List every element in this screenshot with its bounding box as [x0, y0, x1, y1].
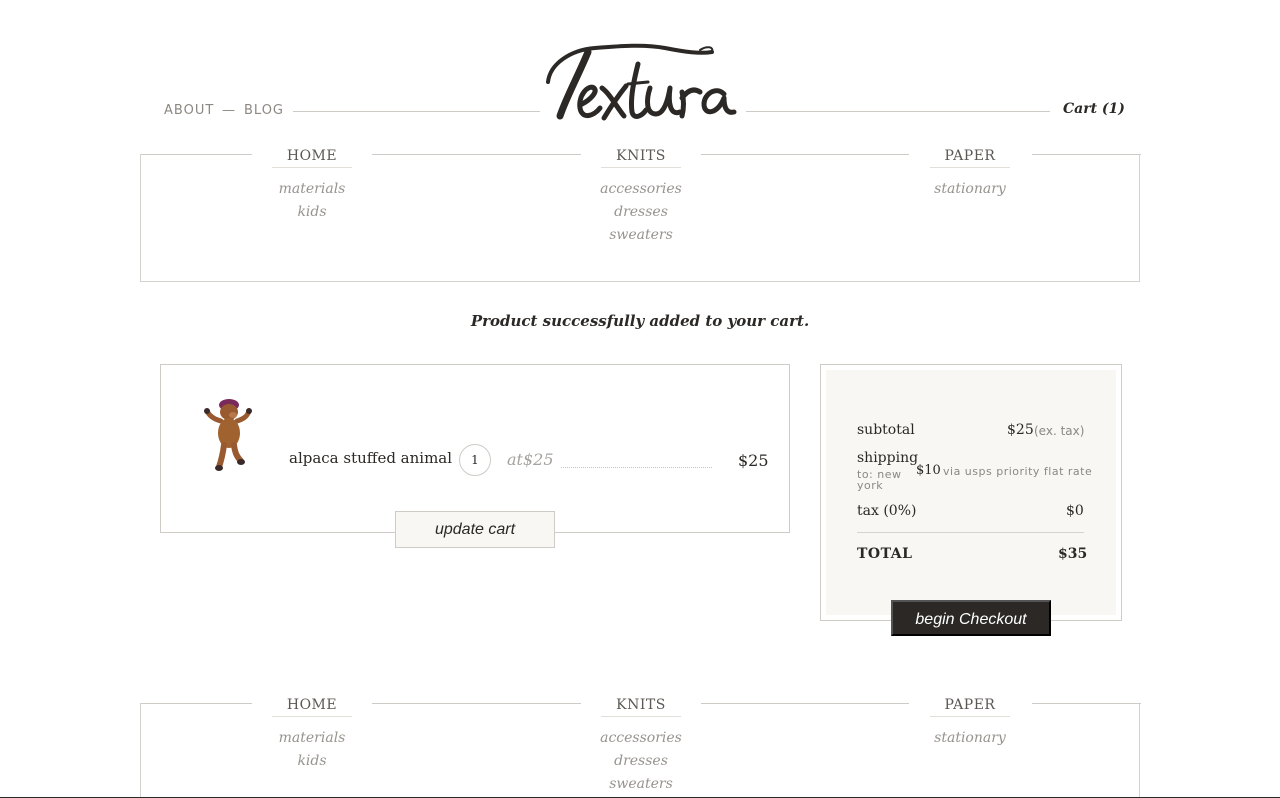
tax-label: tax (0%)	[857, 503, 917, 519]
footer-menu-home[interactable]: HOME	[232, 694, 392, 716]
cart-link[interactable]: Cart (1)	[1063, 101, 1125, 117]
total-value: $35	[1058, 546, 1088, 562]
footer-menu-column-knits: KNITS accessories dresses sweaters	[561, 694, 721, 796]
summary-rule	[857, 532, 1084, 533]
logo-wordmark-icon	[546, 43, 737, 121]
category-menu: HOME materials kids KNITS accessories dr…	[140, 148, 1141, 282]
menu-rule	[372, 703, 581, 704]
cart-items-panel: alpaca stuffed animal 1 at$25 $25	[160, 364, 790, 533]
menu-item-accessories[interactable]: accessories	[561, 178, 721, 201]
menu-rule	[701, 703, 909, 704]
menu-paper[interactable]: PAPER	[890, 145, 1050, 167]
shipping-label: shipping	[857, 450, 919, 466]
menu-column-paper: PAPER stationary	[890, 145, 1050, 201]
menu-underline	[601, 167, 681, 168]
footer-menu-column-paper: PAPER stationary	[890, 694, 1050, 750]
summary-inner	[826, 370, 1116, 615]
menu-underline	[930, 716, 1010, 717]
menu-underline	[272, 716, 352, 717]
unit-price: at$25	[507, 450, 554, 469]
menu-home[interactable]: HOME	[232, 145, 392, 167]
menu-item-materials[interactable]: materials	[232, 178, 392, 201]
menu-column-knits: KNITS accessories dresses sweaters	[561, 145, 721, 247]
menu-item-kids[interactable]: kids	[232, 201, 392, 224]
menu-item-stationary[interactable]: stationary	[890, 178, 1050, 201]
product-thumbnail[interactable]	[203, 395, 253, 475]
menu-underline	[601, 716, 681, 717]
menu-column-home: HOME materials kids	[232, 145, 392, 224]
subtotal-label: subtotal	[857, 422, 915, 438]
shipping-destination: to: new york	[857, 468, 902, 492]
footer-menu-column-home: HOME materials kids	[232, 694, 392, 773]
menu-rule	[701, 154, 909, 155]
footer-menu-item-dresses[interactable]: dresses	[561, 750, 721, 773]
update-cart-button[interactable]: update cart	[395, 511, 555, 548]
order-summary-panel	[820, 364, 1122, 621]
total-label: TOTAL	[857, 546, 913, 562]
success-message: Product successfully added to your cart.	[470, 312, 810, 330]
price-leader	[561, 467, 712, 468]
menu-underline	[930, 167, 1010, 168]
footer-menu-paper[interactable]: PAPER	[890, 694, 1050, 716]
footer-menu-item-stationary[interactable]: stationary	[890, 727, 1050, 750]
subtotal-note: (ex. tax)	[1034, 424, 1085, 438]
menu-item-sweaters[interactable]: sweaters	[561, 224, 721, 247]
footer-menu-knits[interactable]: KNITS	[561, 694, 721, 716]
about-link[interactable]: ABOUT	[164, 103, 214, 118]
footer-menu-item-materials[interactable]: materials	[232, 727, 392, 750]
menu-rule	[372, 154, 581, 155]
menu-knits[interactable]: KNITS	[561, 145, 721, 167]
menu-item-dresses[interactable]: dresses	[561, 201, 721, 224]
shipping-value: $10	[916, 463, 941, 478]
blog-link[interactable]: BLOG	[244, 103, 284, 118]
subtotal-value: $25	[1007, 422, 1034, 438]
brand-logo[interactable]	[540, 36, 740, 128]
footer-menu-item-kids[interactable]: kids	[232, 750, 392, 773]
menu-underline	[272, 167, 352, 168]
footer-menu-item-sweaters[interactable]: sweaters	[561, 773, 721, 796]
shipping-method: via usps priority flat rate	[943, 465, 1093, 478]
header-rule-left	[293, 111, 540, 112]
quantity-input[interactable]: 1	[459, 444, 491, 476]
product-name-link[interactable]: alpaca stuffed animal	[289, 449, 452, 467]
line-total: $25	[738, 451, 769, 470]
tax-value: $0	[1066, 503, 1084, 519]
header-rule-right	[746, 111, 1050, 112]
nav-separator: —	[222, 103, 236, 118]
footer-menu-item-accessories[interactable]: accessories	[561, 727, 721, 750]
footer-category-menu: HOME materials kids KNITS accessories dr…	[140, 697, 1141, 798]
begin-checkout-button[interactable]: begin Checkout	[891, 600, 1051, 636]
alpaca-toy-icon	[204, 399, 252, 471]
